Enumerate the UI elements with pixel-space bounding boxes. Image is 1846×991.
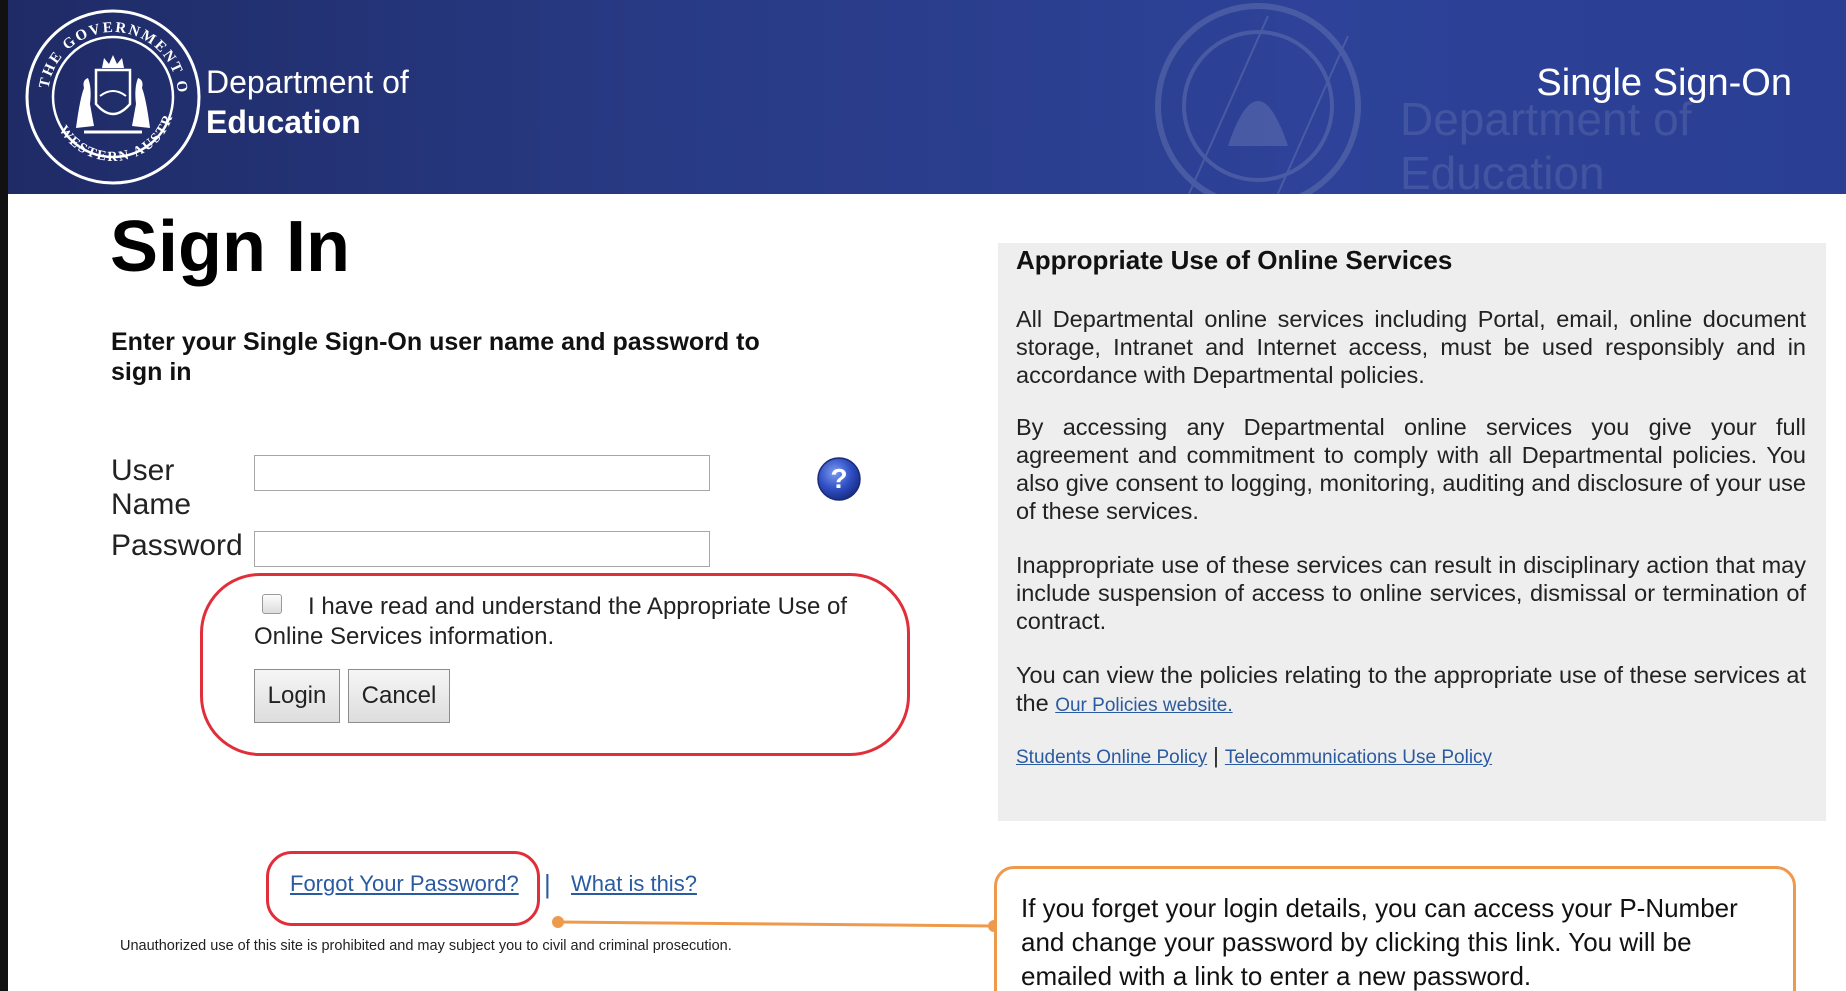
callout-text: If you forget your login details, you ca… [1021, 893, 1738, 991]
forgot-password-callout: If you forget your login details, you ca… [994, 866, 1796, 991]
page: Department of Education THE GOVERNMENT O… [0, 0, 1846, 991]
callout-connector [552, 916, 1000, 932]
callout-connector-line [557, 920, 995, 928]
